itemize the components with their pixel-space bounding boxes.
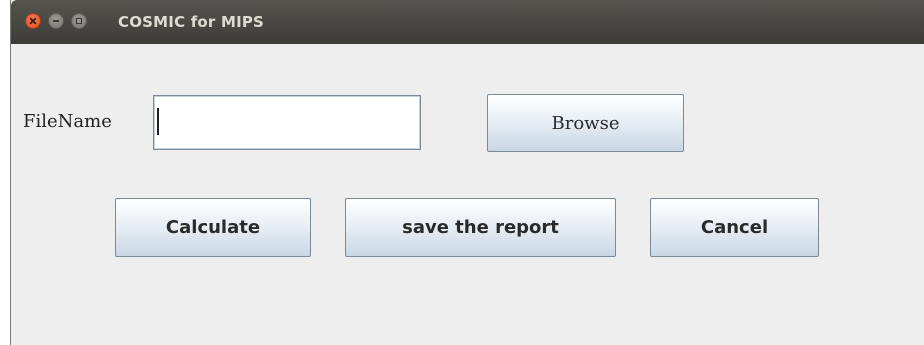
cancel-button[interactable]: Cancel: [650, 198, 819, 257]
filename-input[interactable]: [153, 95, 421, 150]
title-bar[interactable]: COSMIC for MIPS: [11, 0, 924, 44]
browse-button[interactable]: Browse: [487, 94, 684, 152]
maximize-icon[interactable]: [71, 13, 87, 29]
save-report-button[interactable]: save the report: [345, 198, 616, 257]
app-window: COSMIC for MIPS: [10, 0, 924, 345]
close-icon[interactable]: [25, 13, 41, 29]
window-title: COSMIC for MIPS: [118, 13, 265, 31]
calculate-button[interactable]: Calculate: [115, 198, 311, 257]
text-caret: [157, 108, 159, 135]
minimize-icon[interactable]: [48, 13, 64, 29]
filename-label: FileName: [23, 111, 112, 132]
